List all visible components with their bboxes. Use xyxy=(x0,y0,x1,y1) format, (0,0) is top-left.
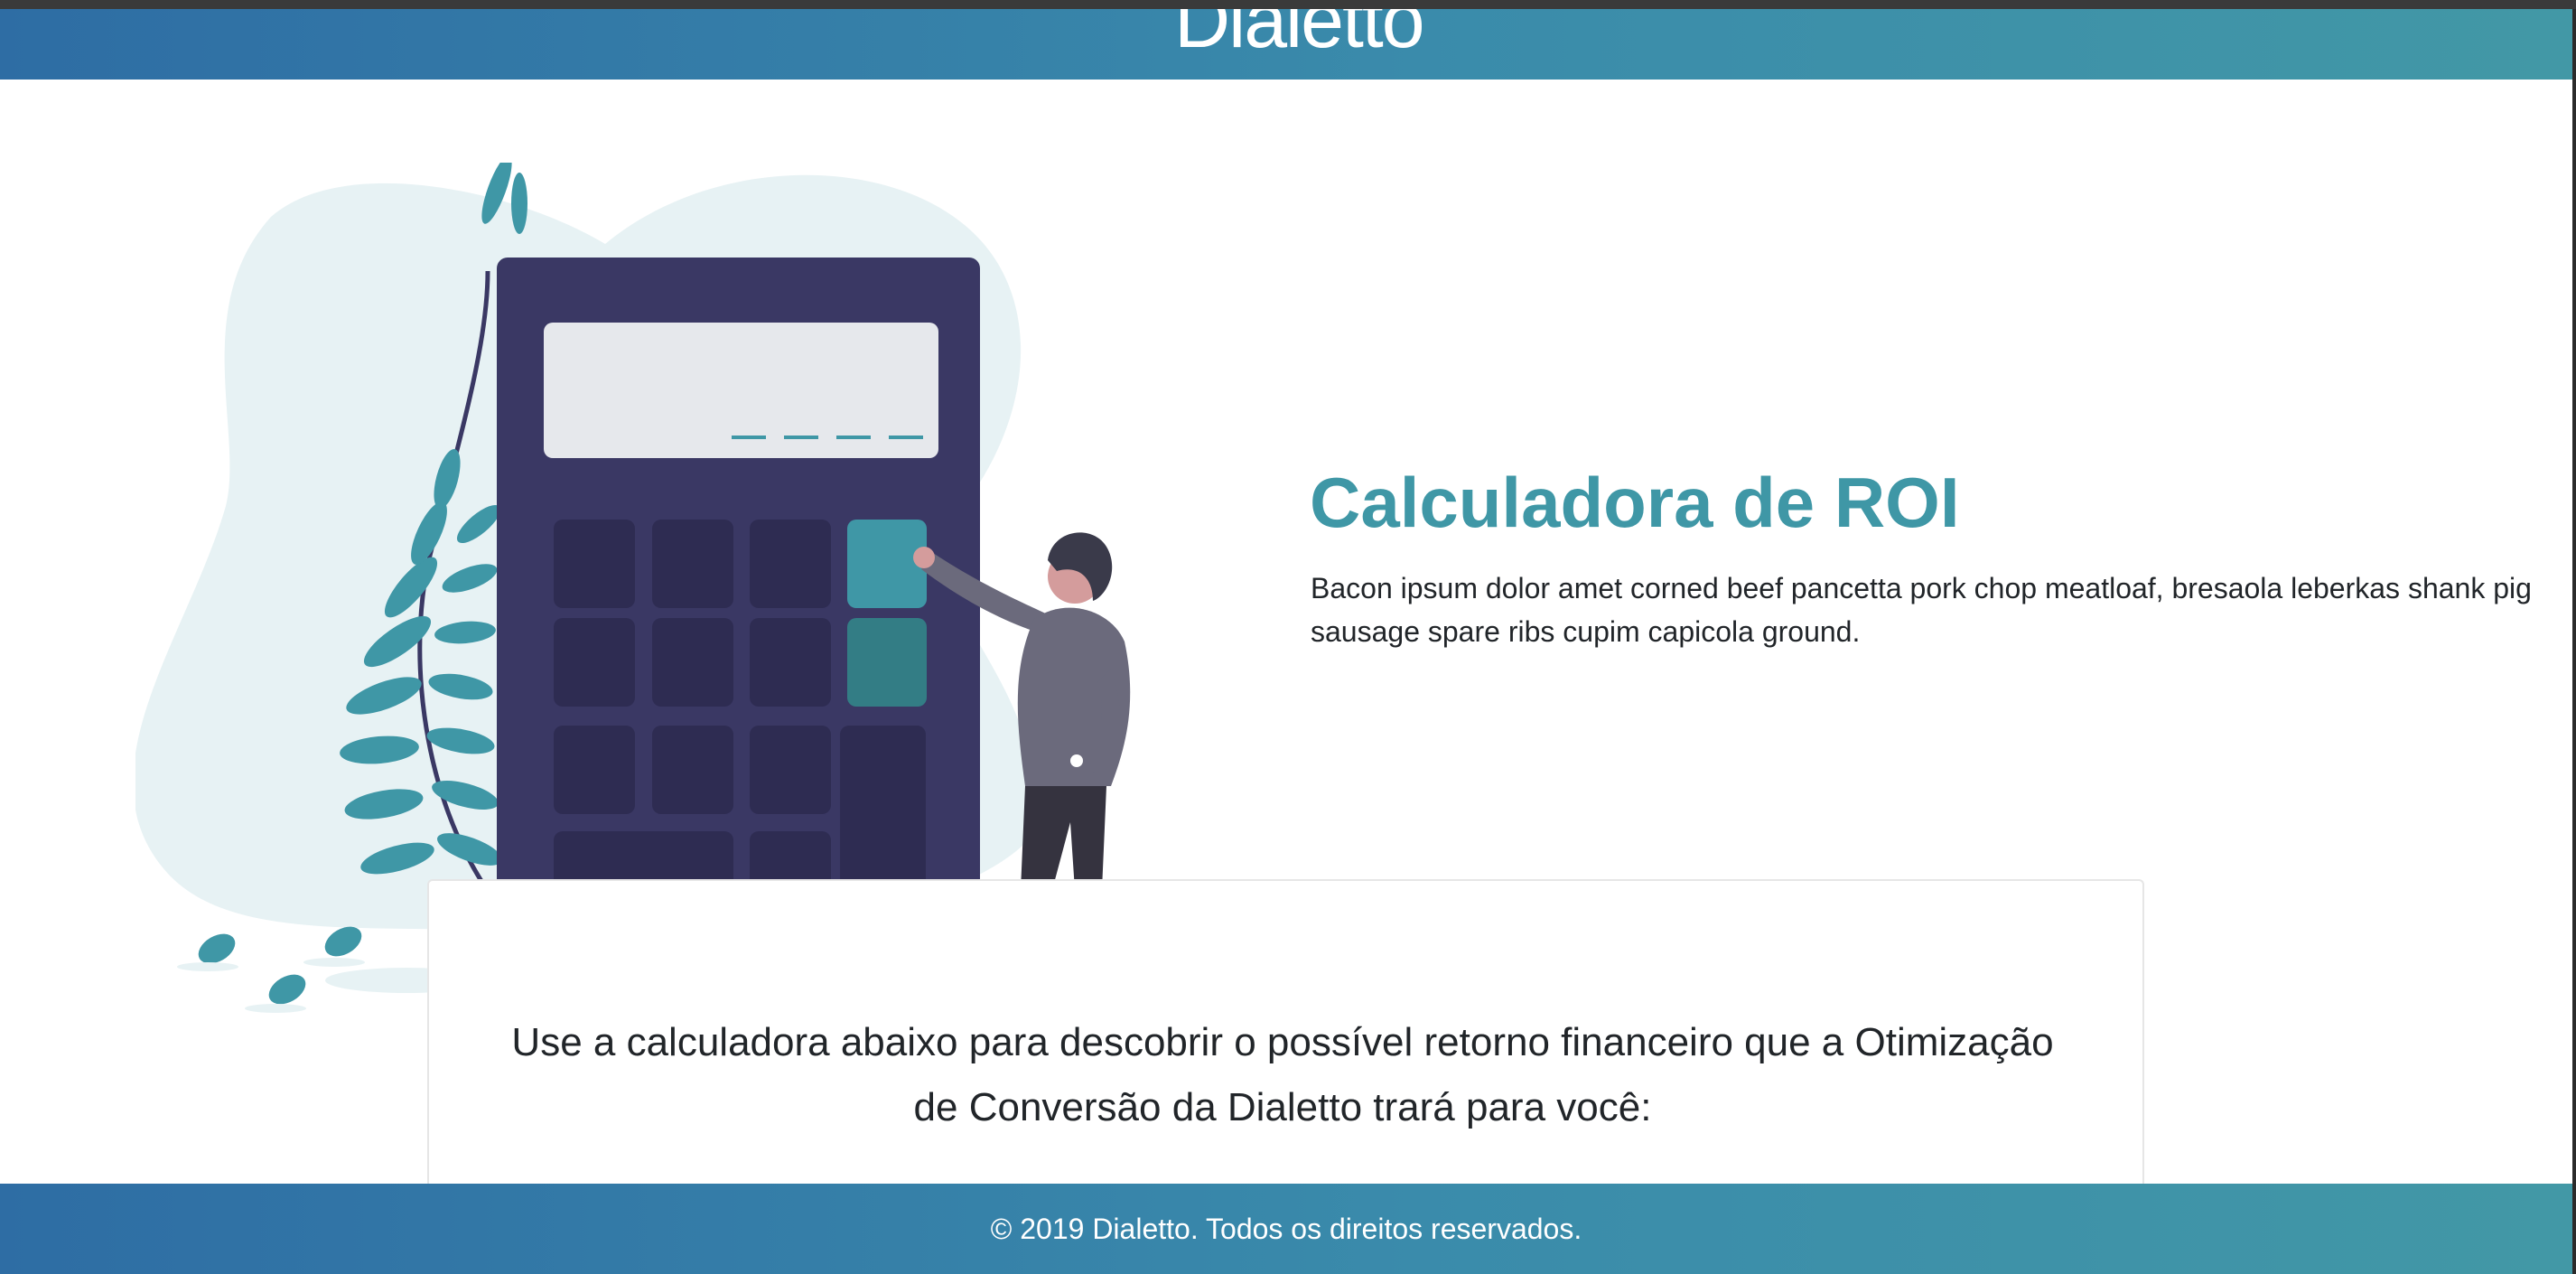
window-right-edge xyxy=(2572,9,2576,1274)
hero-description: Bacon ipsum dolor amet corned beef pance… xyxy=(1311,572,2532,648)
site-header: Dialetto xyxy=(0,9,2572,80)
calculator-key-highlight-2 xyxy=(847,618,927,707)
page-title: Calculadora de ROI xyxy=(1310,463,1960,542)
dialetto-logo[interactable]: Dialetto xyxy=(1174,9,1425,60)
footer-copyright: © 2019 Dialetto. Todos os direitos reser… xyxy=(990,1213,1582,1245)
site-footer: © 2019 Dialetto. Todos os direitos reser… xyxy=(0,1184,2572,1274)
calculator-intro-text: Use a calculadora abaixo para descobrir … xyxy=(511,1020,2054,1129)
calculator-key-highlight xyxy=(847,520,927,608)
window-top-strip xyxy=(0,0,2576,9)
